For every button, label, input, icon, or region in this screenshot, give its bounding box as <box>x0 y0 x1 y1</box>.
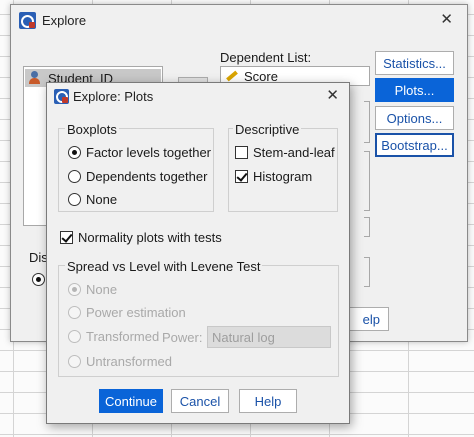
plots-titlebar: Explore: Plots ✕ <box>47 83 349 109</box>
boxplots-group-title: Boxplots <box>65 122 119 137</box>
scale-variable-icon <box>225 70 239 82</box>
boxplot-dependents-together[interactable]: Dependents together <box>68 169 207 184</box>
option-label: Stem-and-leaf <box>253 145 335 160</box>
normality-plots-checkbox[interactable]: Normality plots with tests <box>60 230 222 245</box>
option-label: Untransformed <box>86 354 172 369</box>
statistics-button[interactable]: Statistics... <box>375 51 454 75</box>
plots-dialog-title: Explore: Plots <box>73 88 154 104</box>
boxplot-none[interactable]: None <box>68 192 117 207</box>
help-button[interactable]: Help <box>239 389 297 413</box>
checkbox[interactable] <box>60 231 73 244</box>
checkbox[interactable] <box>235 170 248 183</box>
factor-list-edge <box>364 101 370 143</box>
radio-button[interactable] <box>68 330 81 343</box>
spss-app-icon <box>19 11 36 29</box>
explore-titlebar: Explore ✕ <box>11 5 467 35</box>
option-label: None <box>86 282 118 297</box>
options-button[interactable]: Options... <box>375 106 454 130</box>
spss-app-icon <box>54 88 69 104</box>
spread-vs-level-title: Spread vs Level with Levene Test <box>65 259 263 274</box>
spread-transformed-option[interactable]: Transformed <box>68 329 159 344</box>
nominal-variable-icon <box>29 71 43 85</box>
radio-button[interactable] <box>68 283 81 296</box>
close-icon[interactable]: ✕ <box>326 88 339 104</box>
cancel-button[interactable]: Cancel <box>171 389 229 413</box>
option-label: Dependents together <box>86 169 208 184</box>
radio-button[interactable] <box>68 355 81 368</box>
spread-power-estimation-option[interactable]: Power estimation <box>68 305 186 320</box>
option-label: Transformed <box>86 329 160 344</box>
label-cases-edge <box>364 217 370 237</box>
option-label: None <box>86 192 118 207</box>
power-select[interactable]: Natural log <box>207 326 331 348</box>
stem-and-leaf-checkbox[interactable]: Stem-and-leaf <box>235 145 335 160</box>
radio-button[interactable] <box>68 193 81 206</box>
radio-button[interactable] <box>68 170 81 183</box>
continue-button[interactable]: Continue <box>99 389 163 413</box>
power-label: Power: <box>162 330 203 345</box>
display-group-label: Dis <box>29 250 48 265</box>
spread-untransformed-option[interactable]: Untransformed <box>68 354 172 369</box>
option-label: Power estimation <box>86 305 186 320</box>
radio-button[interactable] <box>68 146 81 159</box>
option-label: Histogram <box>253 169 313 184</box>
explore-window-title: Explore <box>42 12 87 28</box>
option-label: Normality plots with tests <box>78 230 222 245</box>
option-label: Factor levels together <box>86 145 212 160</box>
plots-button[interactable]: Plots... <box>375 78 454 102</box>
radio-button[interactable] <box>68 306 81 319</box>
close-icon[interactable]: ✕ <box>440 12 453 28</box>
factor-list-edge-2 <box>364 151 370 211</box>
main-help-button[interactable]: elp <box>345 307 389 331</box>
plots-dialog: Explore: Plots ✕ Boxplots Factor levels … <box>46 82 350 424</box>
boxplot-factor-levels-together[interactable]: Factor levels together <box>68 145 211 160</box>
dependent-list-label: Dependent List: <box>220 50 312 65</box>
bootstrap-button[interactable]: Bootstrap... <box>375 133 454 157</box>
checkbox[interactable] <box>235 146 248 159</box>
descriptive-group-title: Descriptive <box>233 122 302 137</box>
display-radio[interactable] <box>32 273 45 286</box>
spread-none-option[interactable]: None <box>68 282 117 297</box>
histogram-checkbox[interactable]: Histogram <box>235 169 312 184</box>
display-box-edge <box>364 257 370 287</box>
